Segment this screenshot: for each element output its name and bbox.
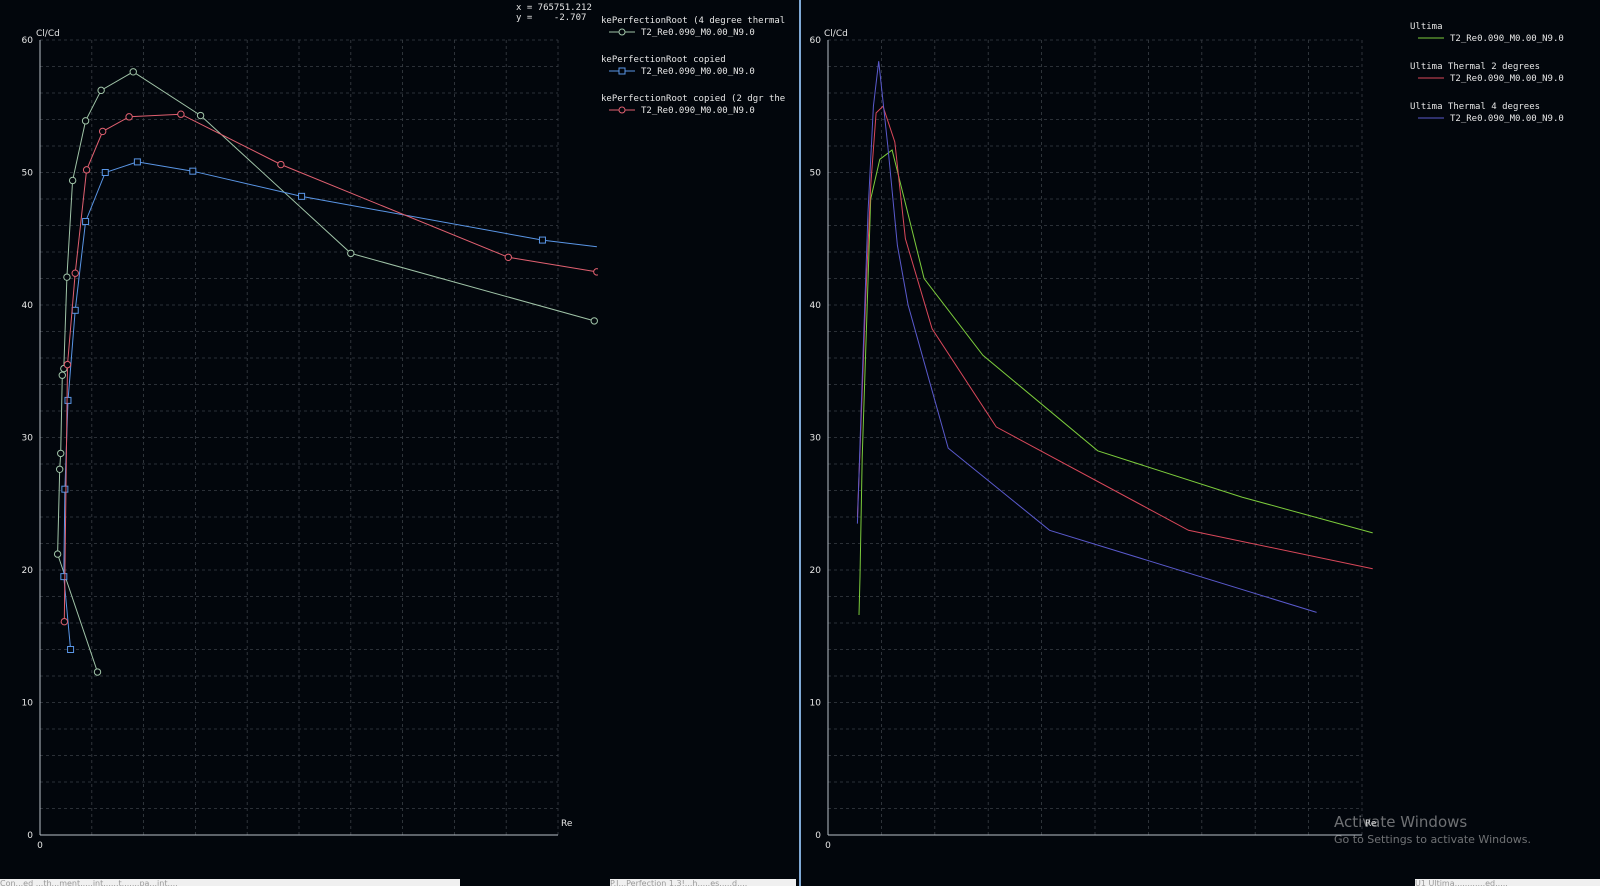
data-point (68, 176, 77, 185)
y-axis-label: Cl/Cd (36, 29, 60, 39)
data-point (60, 573, 68, 581)
data-point (277, 160, 285, 169)
legend-marker (618, 67, 626, 75)
y-tick-label: 60 (22, 36, 34, 46)
data-point (67, 646, 75, 653)
x-tick-label: 0 (37, 841, 43, 851)
legend-marker (618, 28, 626, 36)
data-point (101, 169, 109, 176)
data-point (63, 273, 71, 281)
watermark-title: Activate Windows (1334, 813, 1468, 831)
series-line-0 (858, 149, 1373, 616)
data-point (71, 269, 79, 277)
data-point (129, 68, 137, 76)
cursor-y: y = -2.707 (516, 13, 587, 23)
x-tick-label: 0 (825, 841, 831, 851)
y-tick-label: 50 (22, 169, 34, 179)
watermark-subtitle: Go to Settings to activate Windows. (1334, 833, 1532, 846)
y-tick-label: 40 (810, 301, 822, 311)
cursor-x: x = 765751.212 (516, 3, 592, 13)
legend-group-label: kePerfectionRoot copied (2 dgr the (601, 94, 785, 104)
data-point (60, 617, 69, 626)
series-line-1 (856, 105, 1373, 570)
data-point (177, 110, 185, 118)
y-tick-label: 60 (810, 36, 822, 46)
data-point (189, 167, 197, 175)
data-point (58, 371, 66, 379)
data-point (82, 166, 91, 174)
activation-watermark: Activate Windows Go to Settings to activ… (1334, 813, 1531, 846)
data-point (98, 127, 107, 136)
status-bar-left: Con...ed ...th...ment.....int......t....… (0, 879, 460, 886)
data-point (504, 253, 512, 261)
data-point (538, 236, 546, 244)
data-point (97, 86, 105, 95)
right-polar-chart[interactable]: 01020304050600Cl/CdReUltimaT2_Re0.090_M0… (801, 0, 1600, 880)
data-point (93, 668, 102, 676)
data-point (61, 485, 69, 493)
status-bar-right: U1 Ultima............ed..... (1415, 879, 1600, 886)
legend-series-name: T2_Re0.090_M0.00_N9.0 (1450, 74, 1564, 84)
legend-series-name: T2_Re0.090_M0.00_N9.0 (1450, 34, 1564, 44)
y-tick-label: 30 (810, 434, 822, 444)
legend-marker (618, 106, 626, 114)
data-point (53, 550, 62, 558)
data-point (71, 306, 79, 314)
data-point (125, 113, 133, 121)
legend-series-name: T2_Re0.090_M0.00_N9.0 (641, 28, 755, 38)
data-point (298, 192, 306, 200)
data-point (82, 218, 90, 226)
y-tick-label: 10 (810, 699, 822, 709)
y-tick-label: 10 (22, 699, 34, 709)
y-tick-label: 0 (815, 831, 821, 841)
y-tick-label: 0 (27, 831, 33, 841)
y-axis-label: Cl/Cd (824, 29, 848, 39)
cursor-readout: x = 765751.212 y = -2.707 (516, 3, 592, 23)
data-point (63, 360, 72, 369)
data-point (64, 396, 72, 404)
legend-group-label: kePerfectionRoot (4 degree thermal (601, 16, 785, 26)
legend-series-name: T2_Re0.090_M0.00_N9.0 (1450, 114, 1564, 124)
status-bar-mid: P.I...Perfection 1.3!...h.....es.....d..… (610, 879, 796, 886)
y-tick-label: 40 (22, 301, 34, 311)
data-point (55, 465, 64, 473)
left-polar-chart[interactable]: 0 10 20 30 40 50 60 0 Cl/Cd Re kePerfectionRoot (4… (0, 0, 798, 880)
legend-group-label: Ultima Thermal 4 degrees (1410, 102, 1540, 112)
y-tick-label: 20 (22, 566, 34, 576)
series-line-2 (856, 61, 1317, 613)
data-point (347, 249, 355, 258)
data-point (81, 117, 90, 125)
data-point (133, 158, 141, 166)
right-graph-panel[interactable]: 0 10 20 30 40 50 60 0 Cl/Cd Re Ultima T2_Re0.090_M0… (801, 0, 1600, 880)
left-graph-panel[interactable]: 0 10 20 30 40 50 60 0 Cl/Cd Re kePerfectionRoot (4… (0, 0, 798, 880)
x-axis-label: Re (561, 819, 573, 829)
data-point (196, 111, 205, 120)
plot-area (53, 68, 598, 676)
legend-series-name: T2_Re0.090_M0.00_N9.0 (641, 106, 755, 116)
legend-group-label: kePerfectionRoot copied (601, 55, 726, 65)
legend-series-name: T2_Re0.090_M0.00_N9.0 (641, 67, 755, 77)
legend-group-label: Ultima Thermal 2 degrees (1410, 62, 1540, 72)
series-line-2 (63, 113, 597, 622)
data-point (57, 449, 65, 458)
y-tick-label: 20 (810, 566, 822, 576)
data-point (593, 268, 598, 276)
y-tick-label: 50 (810, 169, 822, 179)
legend-group-label: Ultima (1410, 22, 1443, 32)
y-tick-label: 30 (22, 434, 34, 444)
data-point (590, 317, 598, 325)
